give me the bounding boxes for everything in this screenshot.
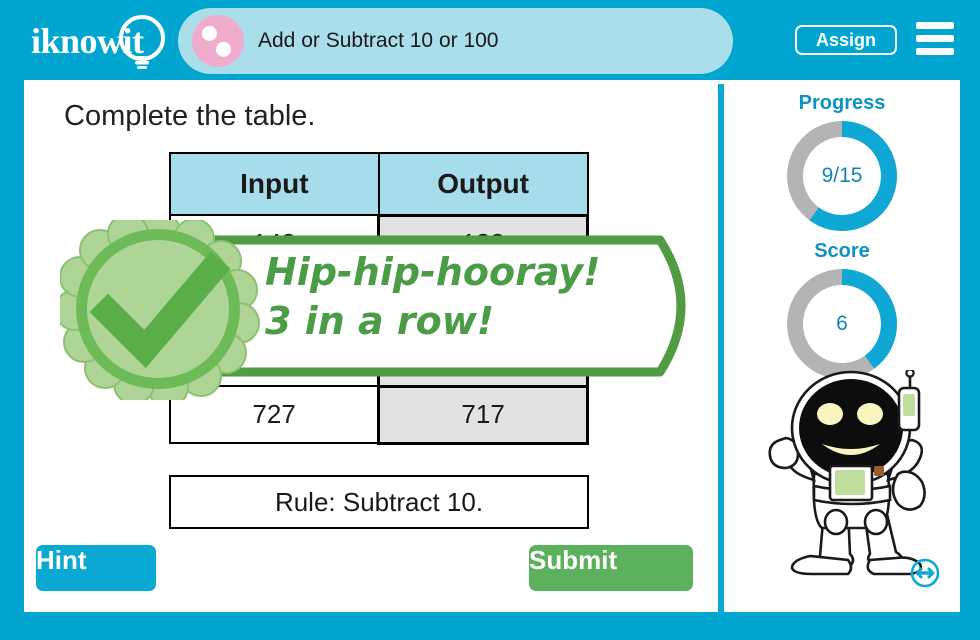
progress-value: 9/15 bbox=[821, 164, 863, 187]
topic-dot-two bbox=[216, 42, 231, 57]
app-root: iknowit Add or Subtract 10 or 100 Assign bbox=[0, 0, 980, 640]
input-output-table-wrap: Input Output 148 138 727 717 bbox=[169, 152, 589, 445]
iknowit-logo[interactable]: iknowit bbox=[28, 12, 178, 70]
table-body: 148 138 727 717 bbox=[169, 213, 589, 445]
lesson-title-bar: Add or Subtract 10 or 100 bbox=[178, 8, 733, 74]
input-output-table: Input Output 148 138 727 717 bbox=[169, 152, 589, 445]
cell-output-answer[interactable]: 138 bbox=[377, 213, 589, 274]
table-header-row: Input Output bbox=[169, 152, 589, 216]
table-row bbox=[169, 327, 589, 388]
hamburger-menu-icon[interactable] bbox=[916, 22, 954, 56]
topic-dot-one bbox=[202, 26, 217, 41]
table-row bbox=[169, 270, 589, 331]
table-row: 727 717 bbox=[169, 384, 589, 445]
score-label: Score bbox=[814, 240, 870, 262]
cell-output-answer[interactable] bbox=[377, 327, 589, 388]
hint-button[interactable]: Hint bbox=[36, 545, 156, 591]
score-value: 6 bbox=[836, 312, 848, 335]
column-header-output: Output bbox=[377, 152, 589, 216]
question-heading: Complete the table. bbox=[64, 100, 316, 132]
resize-horizontal-icon[interactable] bbox=[910, 558, 940, 588]
topic-icon bbox=[192, 15, 244, 67]
submit-button[interactable]: Submit bbox=[529, 545, 693, 591]
progress-ring: 9/15 bbox=[783, 117, 901, 235]
score-ring: 6 bbox=[783, 265, 901, 383]
content-canvas: Complete the table. Input Output 148 138 7… bbox=[24, 80, 960, 612]
column-header-input: Input bbox=[169, 152, 380, 216]
assign-button[interactable]: Assign bbox=[795, 25, 897, 55]
sidebar: Progress 9/15 Score 6 bbox=[724, 80, 960, 612]
astronaut-robot-mascot bbox=[768, 370, 926, 576]
rule-box: Rule: Subtract 10. bbox=[169, 475, 589, 529]
cell-input bbox=[169, 271, 380, 330]
lightbulb-icon bbox=[119, 15, 165, 69]
cell-output-answer[interactable] bbox=[377, 270, 589, 331]
lesson-title: Add or Subtract 10 or 100 bbox=[258, 29, 499, 52]
score-meter: Score 6 bbox=[724, 240, 960, 383]
cell-input bbox=[169, 328, 380, 387]
cell-output-answer[interactable]: 717 bbox=[377, 384, 589, 445]
app-header: iknowit Add or Subtract 10 or 100 Assign bbox=[0, 0, 980, 80]
progress-label: Progress bbox=[798, 92, 886, 114]
cell-input: 727 bbox=[169, 385, 380, 444]
cell-input: 148 bbox=[169, 214, 380, 273]
table-row: 148 138 bbox=[169, 213, 589, 274]
progress-meter: Progress 9/15 bbox=[724, 92, 960, 235]
